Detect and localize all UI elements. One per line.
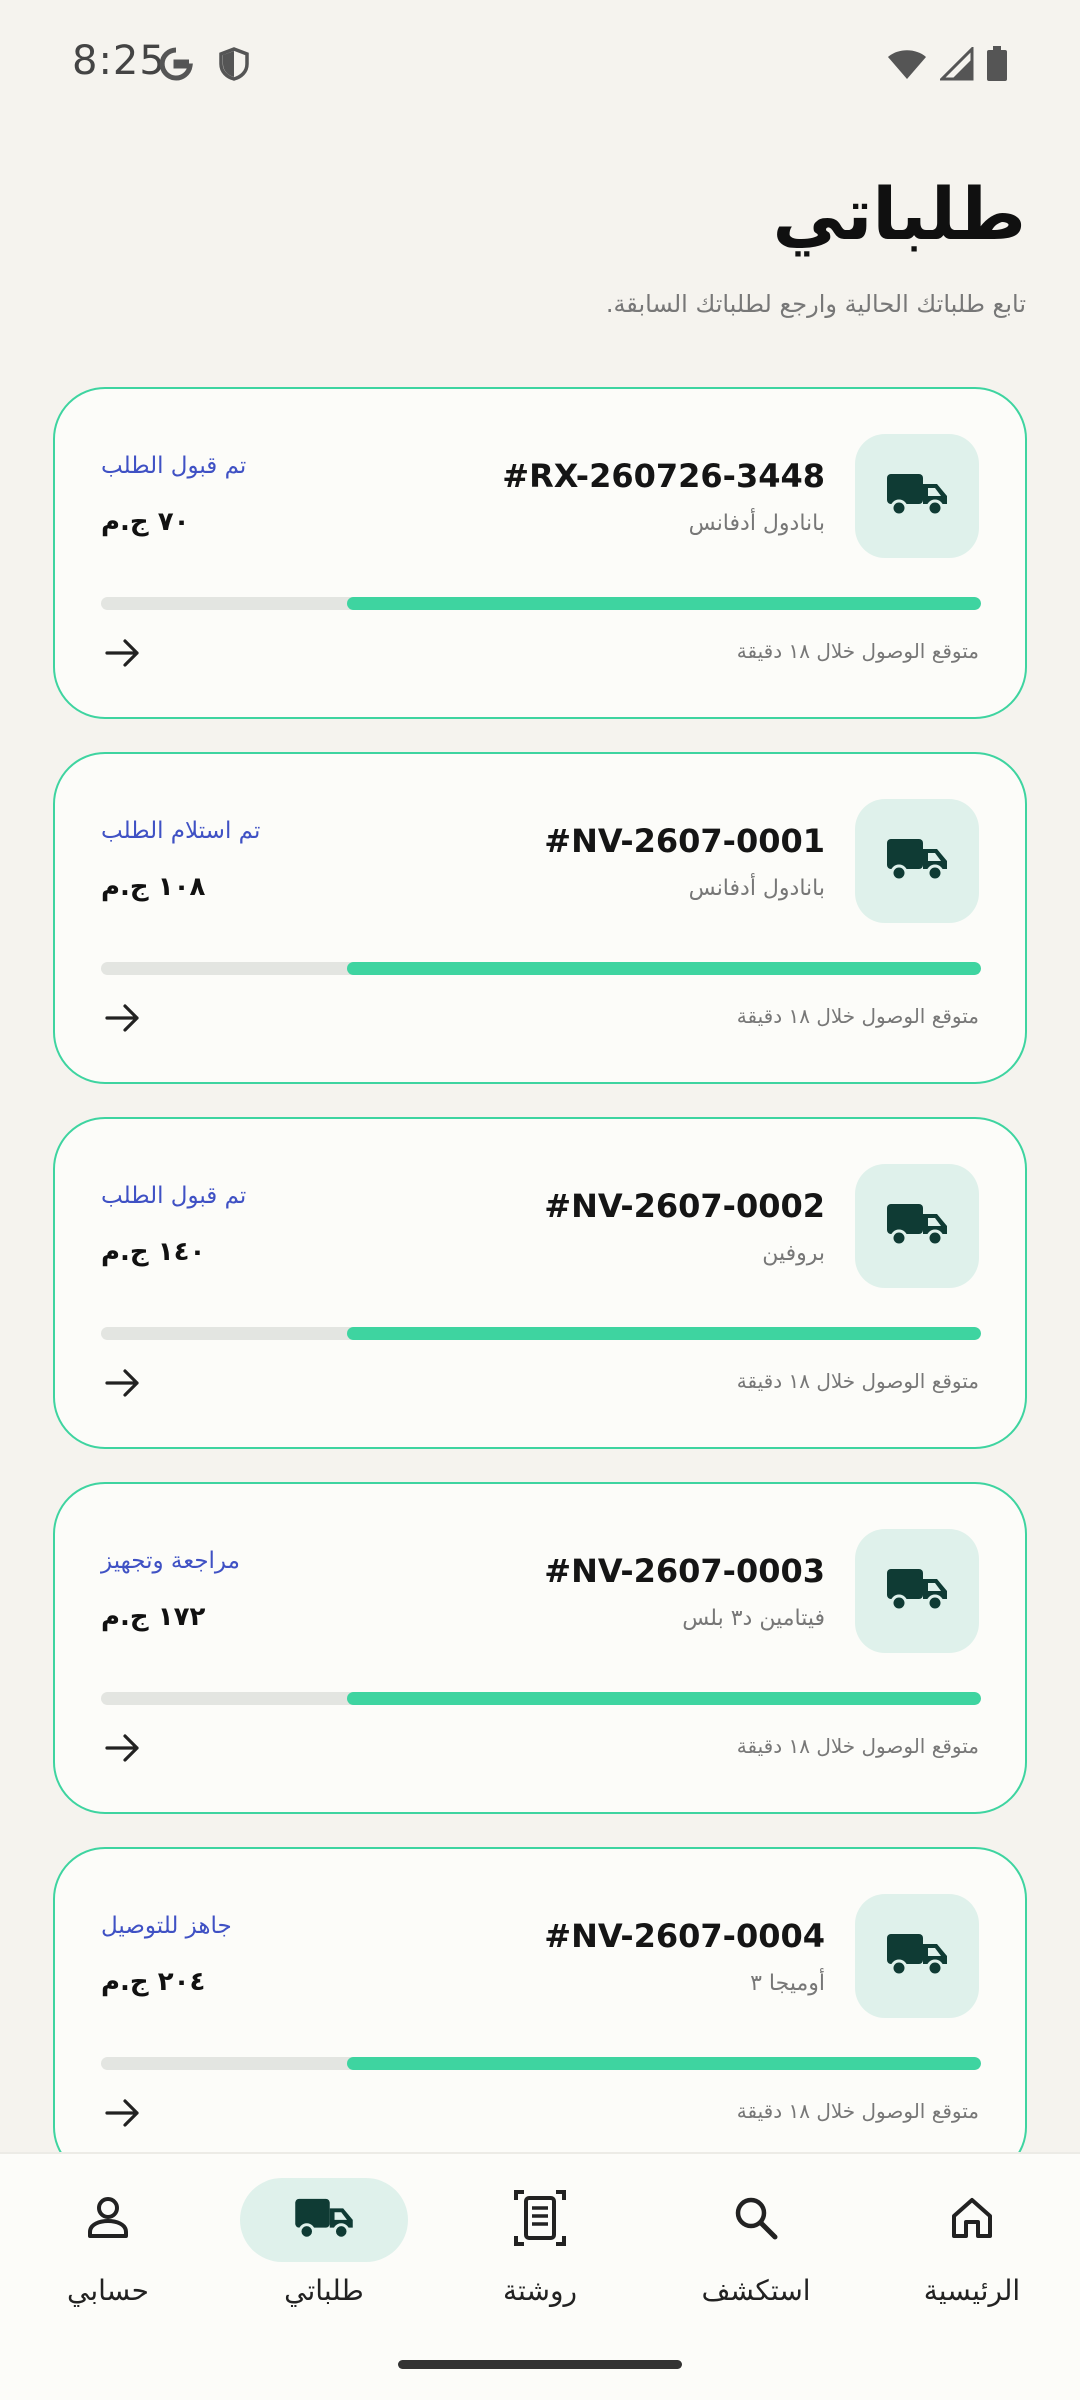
signal-icon <box>938 45 974 85</box>
arrow-right-icon[interactable] <box>101 2091 145 2135</box>
truck-icon <box>885 470 949 522</box>
order-id: #NV-2607-0002 <box>544 1187 825 1225</box>
order-progress-fill <box>347 1692 981 1705</box>
status-bar: 8:25 <box>0 0 1080 130</box>
order-truck-badge <box>855 1894 979 2018</box>
order-progress-bar <box>101 597 981 610</box>
nav-label-orders: طلباتي <box>284 2274 364 2307</box>
order-progress-fill <box>347 962 981 975</box>
order-eta: متوقع الوصول خلال ١٨ دقيقة <box>736 1734 979 1758</box>
nav-label-account: حسابي <box>67 2274 149 2307</box>
nav-icon-wrap-active <box>240 2178 408 2262</box>
order-truck-badge <box>855 1529 979 1653</box>
order-progress-bar <box>101 1327 981 1340</box>
order-id: #RX-260726-3448 <box>502 457 825 495</box>
nav-item-explore[interactable]: استكشف <box>656 2178 856 2328</box>
nav-label-home: الرئيسية <box>923 2274 1021 2307</box>
page-title: طلباتي <box>772 172 1026 256</box>
order-card[interactable]: #NV-2607-0002 بروفين تم قبول الطلب ١٤٠ ج… <box>53 1117 1027 1449</box>
order-progress-bar <box>101 2057 981 2070</box>
nav-item-prescription[interactable]: روشتة <box>440 2178 640 2328</box>
nav-label-prescription: روشتة <box>503 2274 577 2307</box>
nav-item-account[interactable]: حسابي <box>8 2178 208 2328</box>
truck-icon <box>293 2195 355 2245</box>
order-eta: متوقع الوصول خلال ١٨ دقيقة <box>736 1369 979 1393</box>
order-product: بانادول أدفانس <box>688 511 825 536</box>
nav-icon-wrap <box>456 2178 624 2262</box>
arrow-right-icon[interactable] <box>101 996 145 1040</box>
arrow-right-icon[interactable] <box>101 631 145 675</box>
shield-icon <box>218 46 250 86</box>
home-indicator[interactable] <box>398 2360 682 2369</box>
order-id: #NV-2607-0003 <box>544 1552 825 1590</box>
order-eta: متوقع الوصول خلال ١٨ دقيقة <box>736 639 979 663</box>
order-progress-fill <box>347 597 981 610</box>
order-card[interactable]: #NV-2607-0004 أوميجا ٣ جاهز للتوصيل ٢٠٤ … <box>53 1847 1027 2179</box>
nav-label-explore: استكشف <box>701 2274 811 2307</box>
arrow-right-icon[interactable] <box>101 1361 145 1405</box>
page-subtitle: تابع طلباتك الحالية وارجع لطلباتك السابق… <box>605 290 1026 318</box>
order-progress-bar <box>101 962 981 975</box>
order-id: #NV-2607-0004 <box>544 1917 825 1955</box>
order-progress-fill <box>347 2057 981 2070</box>
order-progress-fill <box>347 1327 981 1340</box>
order-truck-badge <box>855 434 979 558</box>
order-price: ٧٠ ج.م <box>101 507 190 537</box>
order-card[interactable]: #NV-2607-0001 بانادول أدفانس تم استلام ا… <box>53 752 1027 1084</box>
truck-icon <box>885 1565 949 1617</box>
order-status: جاهز للتوصيل <box>101 1913 232 1939</box>
wifi-icon <box>886 47 928 85</box>
truck-icon <box>885 1930 949 1982</box>
order-id: #NV-2607-0001 <box>544 822 825 860</box>
order-product: بانادول أدفانس <box>688 876 825 901</box>
google-icon <box>158 46 194 86</box>
order-truck-badge <box>855 1164 979 1288</box>
document-icon <box>512 2188 568 2252</box>
order-product: بروفين <box>762 1241 825 1266</box>
order-product: فيتامين د٣ بلس <box>682 1606 825 1631</box>
order-eta: متوقع الوصول خلال ١٨ دقيقة <box>736 2099 979 2123</box>
order-status: مراجعة وتجهيز <box>101 1548 240 1574</box>
order-status: تم قبول الطلب <box>101 453 247 479</box>
search-icon <box>730 2192 782 2248</box>
order-status: تم استلام الطلب <box>101 818 261 844</box>
battery-icon <box>986 46 1008 86</box>
truck-icon <box>885 835 949 887</box>
status-time: 8:25 <box>72 38 166 84</box>
order-price: ١٧٢ ج.م <box>101 1602 206 1632</box>
home-icon <box>946 2192 998 2248</box>
order-eta: متوقع الوصول خلال ١٨ دقيقة <box>736 1004 979 1028</box>
nav-item-home[interactable]: الرئيسية <box>872 2178 1072 2328</box>
order-card[interactable]: #NV-2607-0003 فيتامين د٣ بلس مراجعة وتجه… <box>53 1482 1027 1814</box>
order-price: ١٤٠ ج.م <box>101 1237 206 1267</box>
person-icon <box>82 2192 134 2248</box>
order-price: ١٠٨ ج.م <box>101 872 206 902</box>
nav-item-orders[interactable]: طلباتي <box>224 2178 424 2328</box>
truck-icon <box>885 1200 949 1252</box>
nav-icon-wrap <box>672 2178 840 2262</box>
order-truck-badge <box>855 799 979 923</box>
order-progress-bar <box>101 1692 981 1705</box>
arrow-right-icon[interactable] <box>101 1726 145 1770</box>
order-status: تم قبول الطلب <box>101 1183 247 1209</box>
nav-icon-wrap <box>888 2178 1056 2262</box>
order-product: أوميجا ٣ <box>750 1971 825 1996</box>
order-card[interactable]: #RX-260726-3448 بانادول أدفانس تم قبول ا… <box>53 387 1027 719</box>
order-price: ٢٠٤ ج.م <box>101 1967 206 1997</box>
nav-icon-wrap <box>24 2178 192 2262</box>
orders-list: #RX-260726-3448 بانادول أدفانس تم قبول ا… <box>53 387 1027 2212</box>
